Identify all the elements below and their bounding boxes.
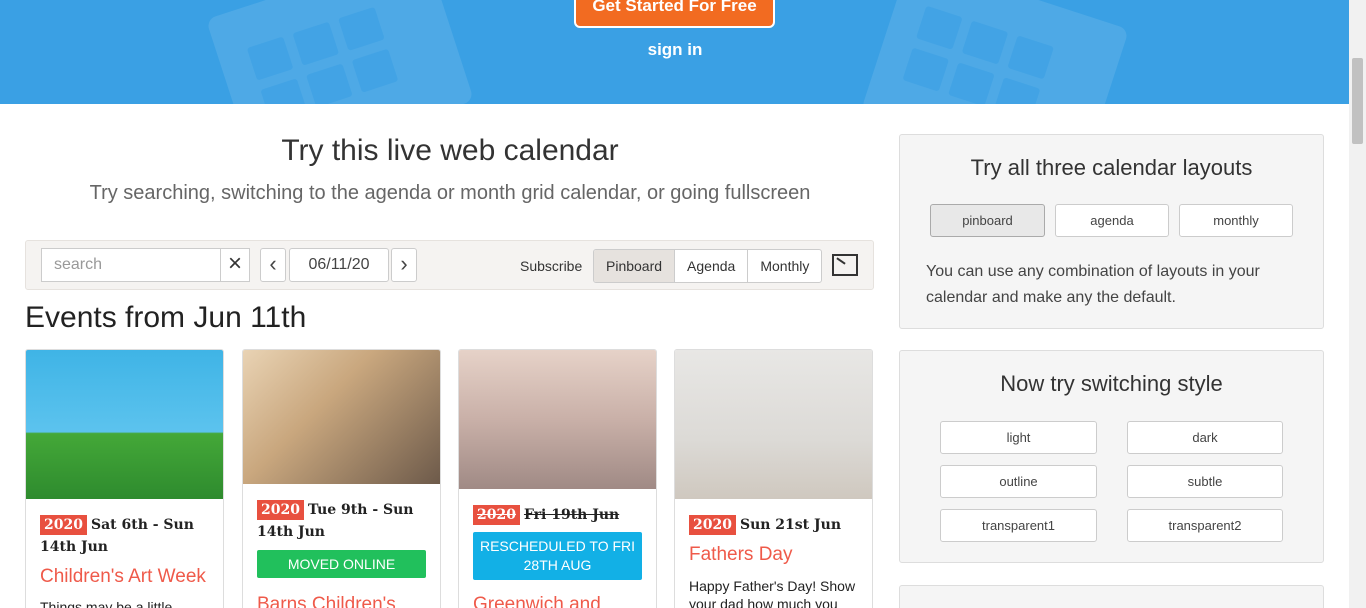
father-son-beach-photo <box>675 350 872 499</box>
event-dates: 2020 Sun 21st Jun <box>689 514 860 536</box>
event-dates: 2020 Fri 19th Jun <box>473 504 644 526</box>
fullscreen-icon[interactable] <box>832 254 858 276</box>
style-transparent1-button[interactable]: transparent1 <box>940 509 1097 542</box>
event-title[interactable]: Fathers Day <box>689 544 792 566</box>
rescheduled-badge: RESCHEDULED TO FRI 28TH AUG <box>473 532 642 580</box>
style-light-button[interactable]: light <box>940 421 1097 454</box>
style-panel-title: Now try switching style <box>1000 371 1223 396</box>
previous-date-button[interactable]: ‹ <box>260 248 286 282</box>
page-scrollbar[interactable] <box>1349 0 1366 608</box>
layout-monthly-button[interactable]: monthly <box>1179 204 1293 237</box>
date-picker[interactable]: 06/11/20 <box>289 248 389 282</box>
page-subtitle: Try searching, switching to the agenda o… <box>89 182 811 204</box>
layouts-panel-text: You can use any combination of layouts i… <box>926 263 1260 306</box>
hero-banner: Get Started For Free sign in <box>0 0 1349 104</box>
event-title[interactable]: Greenwich and <box>473 594 601 608</box>
circus-photo <box>459 350 656 489</box>
wonderland-photo <box>243 350 440 484</box>
event-card[interactable]: 2020 Fri 19th Jun RESCHEDULED TO FRI 28TH… <box>458 349 657 608</box>
get-started-button[interactable]: Get Started For Free <box>574 0 775 28</box>
scrollbar-thumb[interactable] <box>1352 58 1363 144</box>
chevron-right-icon: › <box>400 251 408 276</box>
view-switcher: Pinboard Agenda Monthly <box>593 249 823 283</box>
year-badge: 2020 <box>257 500 304 520</box>
subscribe-link[interactable]: Subscribe <box>520 258 582 274</box>
style-transparent2-button[interactable]: transparent2 <box>1127 509 1283 542</box>
style-dark-button[interactable]: dark <box>1127 421 1283 454</box>
calendar-decoration-icon <box>860 0 1130 104</box>
close-icon: × <box>227 250 242 277</box>
event-card[interactable]: 2020 Sat 6th - Sun 14th Jun Children's Ar… <box>25 349 224 608</box>
layout-agenda-button[interactable]: agenda <box>1055 204 1169 237</box>
event-title[interactable]: Barns Children's <box>257 594 396 608</box>
view-pinboard-button[interactable]: Pinboard <box>594 250 675 282</box>
layouts-panel-title: Try all three calendar layouts <box>970 155 1253 180</box>
year-badge: 2020 <box>473 505 520 525</box>
clear-search-button[interactable]: × <box>220 248 250 282</box>
event-dates: 2020 Sat 6th - Sun 14th Jun <box>40 514 211 558</box>
search-input[interactable]: search <box>41 248 221 282</box>
year-badge: 2020 <box>40 515 87 535</box>
page-title: Try this live web calendar <box>281 134 619 167</box>
event-title[interactable]: Children's Art Week <box>40 566 206 588</box>
event-description: Things may be a little <box>40 599 173 608</box>
view-agenda-button[interactable]: Agenda <box>674 250 747 282</box>
next-panel <box>899 585 1324 608</box>
layouts-panel: Try all three calendar layouts pinboard … <box>899 134 1324 329</box>
event-date-range: Fri 19th Jun <box>523 507 620 523</box>
event-date-range: Sun 21st Jun <box>739 517 841 533</box>
moved-online-badge: MOVED ONLINE <box>257 550 426 578</box>
style-subtle-button[interactable]: subtle <box>1127 465 1283 498</box>
calendar-decoration-icon <box>205 0 475 104</box>
layout-pinboard-button[interactable]: pinboard <box>930 204 1045 237</box>
event-description: Happy Father's Day! Show your dad how mu… <box>689 578 856 608</box>
event-dates: 2020 Tue 9th - Sun 14th Jun <box>257 499 428 543</box>
next-date-button[interactable]: › <box>391 248 417 282</box>
kids-drawing-image <box>26 350 223 499</box>
style-outline-button[interactable]: outline <box>940 465 1097 498</box>
style-panel: Now try switching style light dark outli… <box>899 350 1324 563</box>
event-card[interactable]: 2020 Sun 21st Jun Fathers Day Happy Fathe… <box>674 349 873 608</box>
year-badge: 2020 <box>689 515 736 535</box>
view-monthly-button[interactable]: Monthly <box>747 250 821 282</box>
chevron-left-icon: ‹ <box>269 251 277 276</box>
calendar-toolbar: search × ‹ 06/11/20 › Subscribe Pinboard… <box>25 240 874 290</box>
event-card[interactable]: 2020 Tue 9th - Sun 14th Jun MOVED ONLINE … <box>242 349 441 608</box>
events-heading: Events from Jun 11th <box>25 301 307 334</box>
sign-in-link[interactable]: sign in <box>600 40 750 60</box>
